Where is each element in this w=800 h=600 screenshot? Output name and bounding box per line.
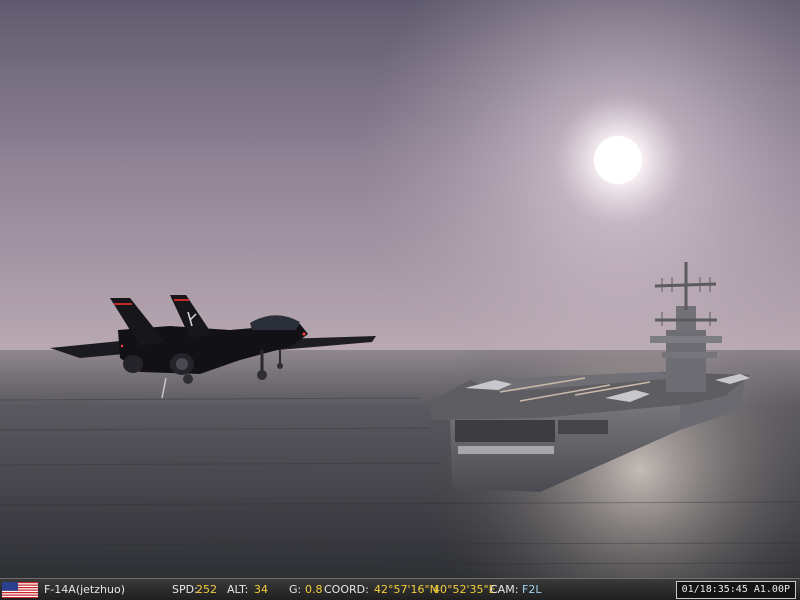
g-label: G: — [289, 583, 302, 596]
cam-label: CAM: — [490, 583, 519, 596]
longitude-value: 40°52'35"E — [433, 583, 496, 596]
altitude-value: 34 — [254, 583, 268, 596]
coord-label: COORD: — [324, 583, 369, 596]
speed-label: SPD: — [172, 583, 198, 596]
clock-display: 01/18:35:45 A1.00P — [675, 581, 796, 599]
us-flag-icon — [2, 582, 38, 598]
altitude-label: ALT: — [227, 583, 249, 596]
latitude-value: 42°57'16"N — [374, 583, 438, 596]
aircraft-name: F-14A(jetzhuo) — [44, 583, 125, 596]
status-bar: F-14A(jetzhuo) SPD: 252 ALT: 34 G: 0.8 C… — [0, 578, 800, 600]
g-value: 0.8 — [305, 583, 323, 596]
sun-icon — [594, 136, 642, 184]
speed-value: 252 — [196, 583, 217, 596]
cam-value: F2L — [522, 583, 542, 596]
game-viewport[interactable] — [0, 0, 800, 578]
